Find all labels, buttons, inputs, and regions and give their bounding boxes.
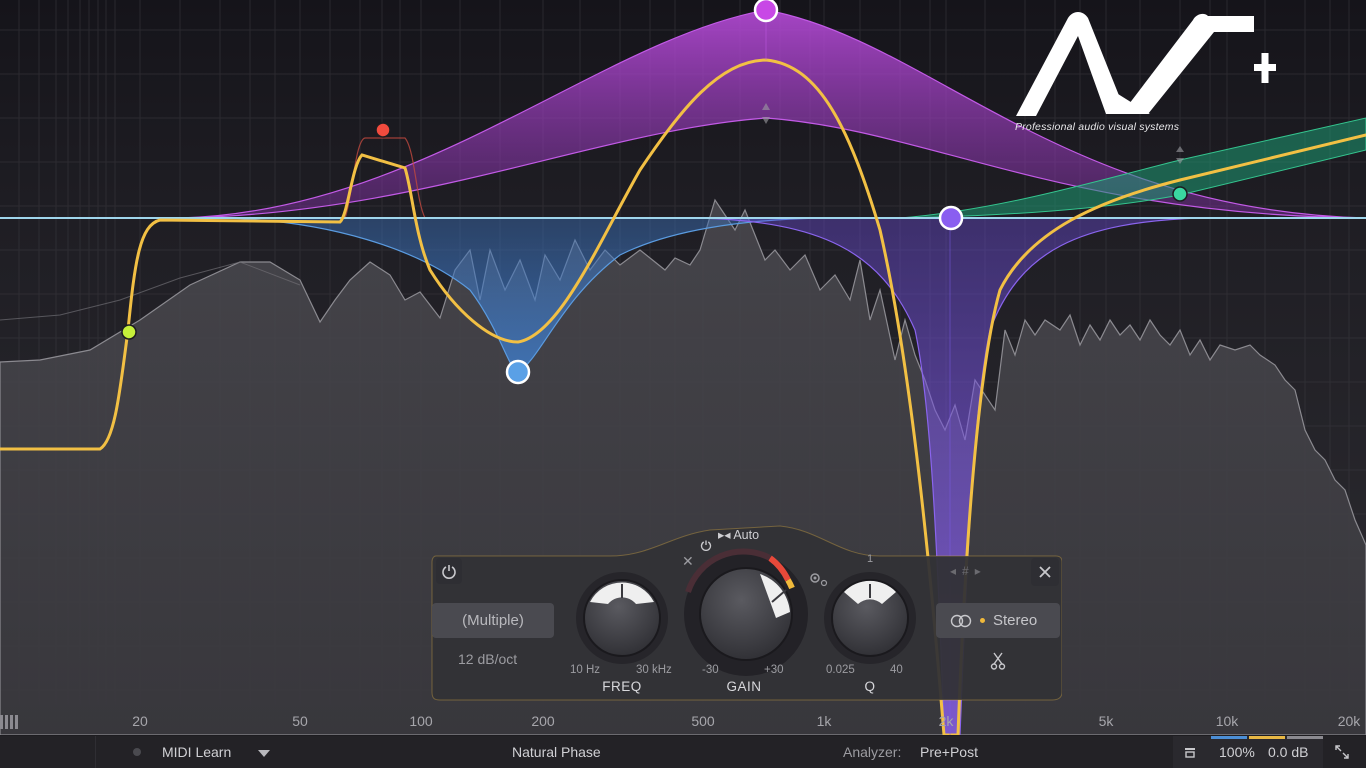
split-band-button[interactable] — [987, 650, 1009, 672]
company-logo — [1016, 12, 1276, 116]
midi-learn-button[interactable]: MIDI Learn — [162, 744, 231, 760]
freq-label: 1k — [816, 713, 832, 729]
band-panel: (Multiple) 12 dB/oct 10 Hz 30 kHz FREQ ▸… — [430, 522, 1062, 702]
q-title: Q — [864, 679, 876, 694]
freq-knob-control[interactable] — [576, 572, 668, 664]
output-gain[interactable]: 0.0 dB — [1268, 744, 1308, 760]
analyzer-label: Analyzer: — [843, 744, 902, 760]
stereo-icon — [950, 614, 972, 627]
close-icon — [1039, 566, 1051, 578]
band-nav-arrows[interactable]: ◂#▸ — [950, 564, 987, 578]
stereo-indicator — [980, 618, 985, 623]
band-power-button[interactable] — [436, 558, 462, 584]
freq-label: 200 — [531, 713, 555, 729]
freq-label: 20 — [132, 713, 148, 729]
processing-mode-select[interactable]: Natural Phase — [512, 744, 601, 760]
freq-title: FREQ — [602, 679, 642, 694]
auto-label: Auto — [733, 528, 760, 542]
stereo-placement-button[interactable]: Stereo — [936, 603, 1060, 638]
q-knob-control[interactable] — [824, 572, 916, 664]
freq-label: 20k — [1337, 713, 1361, 729]
gain-knob-control[interactable] — [686, 554, 806, 674]
bottom-bar: MIDI Learn Natural Phase Analyzer: Pre+P… — [0, 736, 1366, 768]
close-panel-button[interactable] — [1031, 558, 1059, 586]
eq-display[interactable]: Professional audio visual systems 20 50 … — [0, 0, 1366, 735]
freq-label: 100 — [409, 713, 433, 729]
band-handle-bell-blue[interactable] — [505, 359, 531, 385]
q-center-label: 1 — [867, 553, 874, 565]
freq-min-label: 10 Hz — [570, 664, 601, 676]
midi-status-dot — [133, 748, 141, 756]
band-handle-highshelf-green[interactable] — [1172, 186, 1188, 202]
freq-label: 5k — [1098, 713, 1114, 729]
scissors-icon — [990, 652, 1006, 670]
fullscreen-icon[interactable] — [1334, 744, 1350, 760]
band-handle-bell-magenta[interactable] — [753, 0, 779, 23]
freq-max-label: 30 kHz — [636, 664, 672, 676]
band-handle-lowcut[interactable] — [121, 324, 137, 340]
freq-label: 500 — [691, 713, 715, 729]
gain-title: GAIN — [726, 679, 762, 694]
band-handle-peak-red[interactable] — [375, 122, 391, 138]
q-min-label: 0.025 — [826, 664, 855, 676]
band-handle-notch-violet[interactable] — [938, 205, 964, 231]
stereo-label: Stereo — [993, 612, 1038, 629]
collapse-icon[interactable] — [1183, 745, 1197, 759]
analyzer-mode-select[interactable]: Pre+Post — [920, 744, 978, 760]
logo-tagline: Professional audio visual systems — [1015, 121, 1180, 133]
freq-label: 2k — [938, 713, 954, 729]
gain-bypass-icon[interactable] — [700, 539, 712, 551]
q-max-label: 40 — [890, 664, 903, 676]
auto-gain-toggle[interactable]: ▸◂ Auto — [718, 527, 759, 542]
bottom-divider — [95, 736, 96, 768]
piano-display-icon[interactable] — [0, 715, 18, 729]
zoom-level[interactable]: 100% — [1219, 744, 1255, 760]
freq-label: 50 — [292, 713, 308, 729]
filter-slope-select[interactable]: 12 dB/oct — [458, 651, 517, 667]
power-icon — [442, 565, 456, 579]
midi-dropdown-icon[interactable] — [258, 750, 270, 757]
freq-label: 10k — [1215, 713, 1239, 729]
output-meter — [1211, 736, 1323, 739]
filter-shape-select[interactable]: (Multiple) — [432, 603, 554, 638]
